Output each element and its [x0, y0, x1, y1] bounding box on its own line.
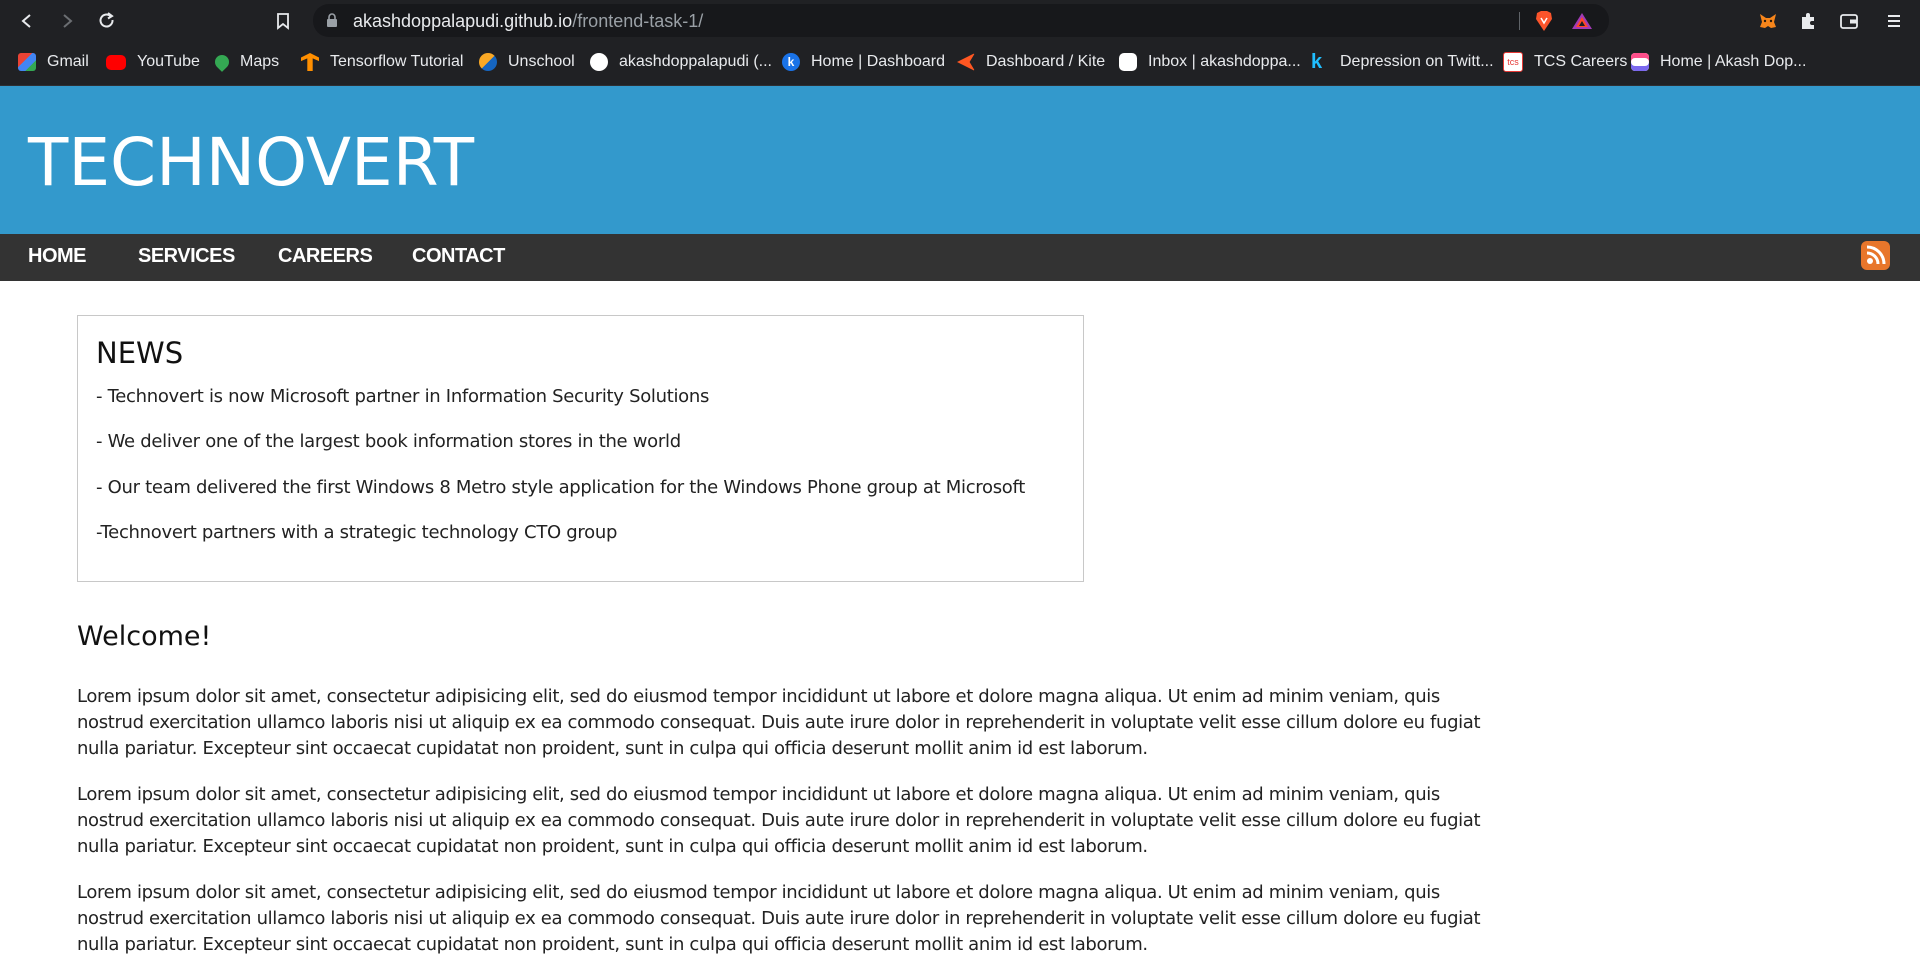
extensions-button[interactable] [1797, 10, 1819, 32]
forward-arrow-icon [63, 14, 73, 28]
bookmark-label: Dashboard / Kite [986, 53, 1106, 70]
wallet-button[interactable] [1838, 10, 1860, 32]
inbox-icon [1119, 53, 1137, 71]
site-header: TECHNOVERT [0, 86, 1920, 234]
maps-icon [212, 52, 232, 72]
wallet-icon [1840, 14, 1858, 29]
bookmark-label: Tensorflow Tutorial [330, 53, 464, 70]
site-logo[interactable]: TECHNOVERT [28, 124, 474, 201]
bookmark-label: TCS Careers [1534, 53, 1628, 70]
bookmark-tcs-careers[interactable]: tcs TCS Careers [1503, 49, 1627, 75]
nav-services[interactable]: SERVICES [138, 245, 235, 268]
bookmark-label: YouTube [137, 53, 200, 70]
unschool-icon [479, 53, 497, 71]
url-text[interactable]: akashdoppalapudi.github.io/frontend-task… [353, 11, 703, 32]
bookmark-youtube[interactable]: YouTube [106, 49, 200, 75]
github-icon [590, 53, 608, 71]
news-panel: NEWS - Technovert is now Microsoft partn… [77, 315, 1084, 582]
reload-icon [99, 12, 114, 28]
news-title: NEWS [96, 336, 184, 370]
back-arrow-icon [21, 14, 31, 28]
back-button[interactable] [14, 8, 40, 34]
hamburger-menu-icon [1888, 15, 1900, 27]
browser-toolbar: akashdoppalapudi.github.io/frontend-task… [0, 0, 1920, 41]
bookmark-maps[interactable]: Maps [212, 49, 280, 75]
url-host: akashdoppalapudi.github.io [353, 11, 573, 31]
gmail-icon [18, 53, 36, 71]
bookmark-label: Inbox | akashdoppa... [1148, 53, 1301, 70]
puzzle-icon [1802, 13, 1814, 29]
reload-button[interactable] [94, 8, 120, 34]
kaggle-icon: k [1311, 51, 1323, 73]
news-item: -Technovert partners with a strategic te… [96, 522, 618, 543]
bookmark-gmail[interactable]: Gmail [18, 49, 89, 75]
welcome-paragraph: Lorem ipsum dolor sit amet, consectetur … [77, 686, 1481, 759]
bookmark-label: Unschool [508, 53, 575, 70]
browser-menu-button[interactable] [1883, 10, 1905, 32]
welcome-paragraph: Lorem ipsum dolor sit amet, consectetur … [77, 784, 1481, 857]
bookmark-icon [277, 13, 289, 30]
main-navigation: HOME SERVICES CAREERS CONTACT [0, 234, 1920, 281]
bookmark-unschool[interactable]: Unschool [479, 49, 575, 75]
lock-icon [327, 13, 337, 27]
news-item: - Technovert is now Microsoft partner in… [96, 386, 710, 407]
kite-icon [957, 53, 975, 71]
forward-button[interactable] [54, 8, 80, 34]
brave-rewards-icon[interactable] [1571, 12, 1593, 30]
bookmark-kite[interactable]: Dashboard / Kite [957, 49, 1105, 75]
k-icon: k [782, 53, 800, 71]
bookmark-label: akashdoppalapudi (... [619, 53, 772, 70]
bookmark-tensorflow[interactable]: Tensorflow Tutorial [301, 49, 463, 75]
news-item: - We deliver one of the largest book inf… [96, 431, 681, 452]
bookmarks-bar: Gmail YouTube Maps Tensorflow Tutorial U… [0, 41, 1920, 86]
nav-home[interactable]: HOME [28, 245, 87, 268]
news-item: - Our team delivered the first Windows 8… [96, 477, 1025, 498]
tensorflow-icon [301, 53, 319, 71]
nav-contact[interactable]: CONTACT [412, 245, 505, 268]
divider [1519, 12, 1520, 30]
address-bar[interactable]: akashdoppalapudi.github.io/frontend-task… [313, 4, 1609, 37]
url-path: /frontend-task-1/ [572, 11, 704, 31]
clickup-icon [1631, 53, 1649, 71]
bookmark-inbox[interactable]: Inbox | akashdoppa... [1119, 49, 1301, 75]
bookmark-label: Maps [240, 53, 280, 70]
welcome-heading: Welcome! [77, 621, 212, 652]
bookmark-label: Home | Dashboard [811, 53, 945, 70]
tcs-icon: tcs [1503, 52, 1523, 72]
welcome-paragraph: Lorem ipsum dolor sit amet, consectetur … [77, 882, 1481, 955]
rss-feed-icon [1866, 245, 1886, 265]
bookmark-github[interactable]: akashdoppalapudi (... [590, 49, 772, 75]
metamask-extension[interactable] [1757, 10, 1779, 32]
bookmark-label: Gmail [47, 53, 89, 70]
brave-shields-icon[interactable] [1534, 10, 1554, 32]
metamask-fox-icon [1760, 14, 1776, 28]
youtube-icon [106, 54, 126, 70]
bookmark-label: Home | Akash Dop... [1660, 53, 1807, 70]
bookmark-page-button[interactable] [270, 8, 296, 34]
bookmark-depression-twitter[interactable]: k Depression on Twitt... [1311, 49, 1494, 75]
bookmark-home-dashboard[interactable]: k Home | Dashboard [782, 49, 945, 75]
bookmark-home-akash[interactable]: Home | Akash Dop... [1631, 49, 1806, 75]
bookmark-label: Depression on Twitt... [1340, 53, 1494, 70]
rss-icon[interactable] [1861, 241, 1890, 270]
nav-careers[interactable]: CAREERS [278, 245, 373, 268]
